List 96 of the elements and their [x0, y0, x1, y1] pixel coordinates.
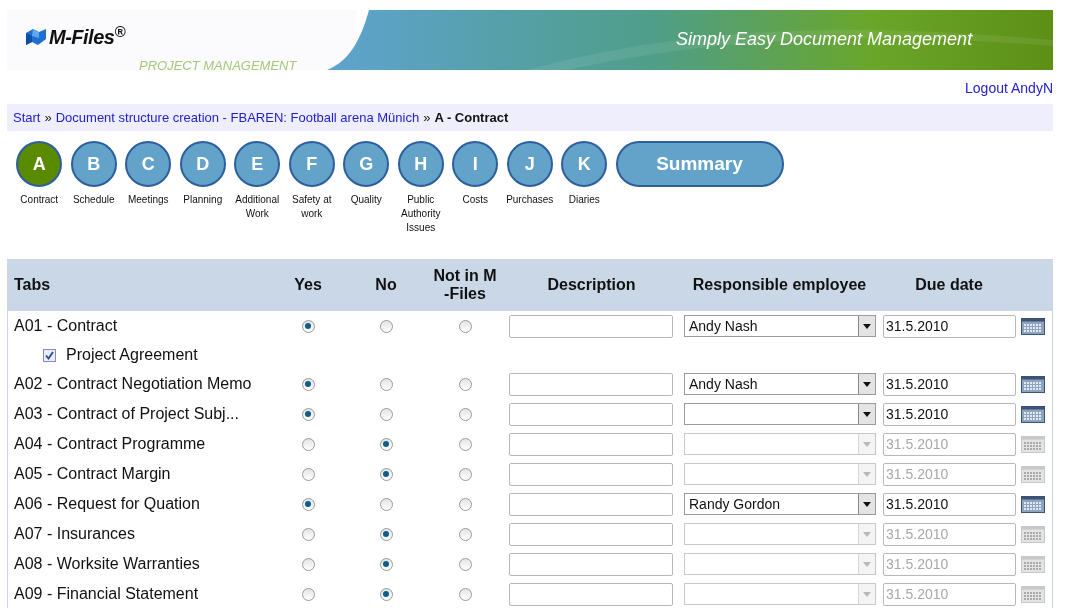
row-label: A07 - Insurances [13, 524, 136, 544]
step-button[interactable]: G [343, 141, 390, 187]
step-button[interactable]: B [70, 141, 117, 187]
radio-button[interactable] [458, 377, 472, 391]
step-button[interactable]: C [125, 141, 172, 187]
step-button[interactable]: H [397, 141, 444, 187]
tagline: Simply Easy Document Management [676, 28, 973, 51]
step-label: Costs [461, 193, 490, 207]
caret-icon [863, 411, 871, 417]
step-label: Additional Work [234, 193, 281, 221]
caret-icon [863, 381, 871, 387]
radio-button[interactable] [301, 377, 315, 391]
calendar-icon[interactable] [1021, 375, 1045, 393]
radio-button[interactable] [458, 497, 472, 511]
calendar-icon[interactable] [1021, 495, 1045, 513]
caret-icon [863, 561, 871, 567]
step-label: Diaries [567, 193, 601, 207]
radio-button[interactable] [301, 407, 315, 421]
row-label: A01 - Contract [13, 316, 119, 336]
breadcrumb-separator: » [423, 108, 431, 127]
step-button[interactable]: J [506, 141, 553, 187]
step-label: Meetings [126, 193, 170, 207]
caret-icon [863, 441, 871, 447]
radio-button[interactable] [379, 377, 393, 391]
column-header: No [374, 276, 398, 294]
radio-button[interactable] [379, 497, 393, 511]
employee-dropdown[interactable]: Randy Gordon [684, 493, 876, 515]
checkbox[interactable] [43, 348, 56, 362]
calendar-icon[interactable] [1021, 405, 1045, 423]
column-header: Tabs [13, 275, 52, 295]
radio-button[interactable] [301, 319, 315, 333]
row-label: A05 - Contract Margin [13, 464, 172, 484]
caret-icon [863, 323, 871, 329]
row-label: A03 - Contract of Project Subj... [13, 404, 240, 424]
radio-button[interactable] [379, 407, 393, 421]
caret-icon [863, 531, 871, 537]
step-label: Purchases [505, 193, 555, 207]
column-header: Due date [914, 276, 984, 294]
row-label: A04 - Contract Programme [13, 434, 207, 454]
column-header: Description [546, 276, 637, 294]
row-label: A08 - Worksite Warranties [13, 554, 201, 574]
logo-text: M-Files$^{®}$ [49, 22, 125, 50]
logo-icon [25, 27, 47, 47]
step-label: Contract [19, 193, 60, 207]
breadcrumb-link[interactable]: Document structure creation - FBAREN: Football arena Münich [55, 107, 420, 128]
employee-dropdown[interactable]: Andy Nash [684, 315, 876, 337]
caret-icon [863, 501, 871, 507]
step-button[interactable]: A [16, 141, 63, 187]
checkbox-label: Project Agreement [66, 345, 198, 365]
description-field[interactable] [509, 314, 673, 338]
column-header: Yes [293, 276, 323, 294]
breadcrumb-current: A - Contract [434, 108, 509, 127]
employee-dropdown[interactable] [684, 403, 876, 425]
summary-button[interactable]: Summary [615, 141, 784, 187]
due-date-field[interactable]: 31.5.2010 [883, 314, 1016, 338]
step-label: Public Authority Issues [400, 193, 442, 235]
step-label: Safety at work [291, 193, 333, 221]
radio-button[interactable] [379, 319, 393, 333]
step-label: Schedule [71, 193, 116, 207]
row-label: A06 - Request for Quation [13, 494, 201, 514]
step-button[interactable]: F [288, 141, 335, 187]
employee-value: Andy Nash [688, 374, 758, 394]
breadcrumb-separator: » [44, 108, 52, 127]
description-field[interactable] [509, 432, 673, 456]
caret-icon [863, 471, 871, 477]
description-field[interactable] [509, 522, 673, 546]
due-date-field[interactable]: 31.5.2010 [883, 492, 1016, 516]
description-field[interactable] [509, 552, 673, 576]
step-label: Quality [349, 193, 383, 207]
row-label: A09 - Financial Statement [13, 584, 200, 604]
calendar-icon[interactable] [1021, 317, 1045, 335]
employee-value: Andy Nash [688, 316, 758, 336]
employee-value: Randy Gordon [688, 494, 781, 514]
employee-dropdown[interactable]: Andy Nash [684, 373, 876, 395]
radio-button[interactable] [458, 319, 472, 333]
description-field[interactable] [509, 372, 673, 396]
column-header: Responsible employee [691, 276, 868, 294]
step-button[interactable]: I [452, 141, 499, 187]
logout-link[interactable]: Logout AndyN [965, 77, 1053, 99]
description-field[interactable] [509, 402, 673, 426]
due-date-field[interactable]: 31.5.2010 [883, 402, 1016, 426]
row-label: A02 - Contract Negotiation Memo [13, 374, 253, 394]
caret-icon [863, 591, 871, 597]
breadcrumb-link[interactable]: Start [13, 107, 41, 128]
step-button[interactable]: K [561, 141, 608, 187]
step-button[interactable]: E [234, 141, 281, 187]
due-date-field[interactable]: 31.5.2010 [883, 372, 1016, 396]
radio-button[interactable] [301, 497, 315, 511]
step-label: Planning [182, 193, 224, 207]
description-field[interactable] [509, 582, 673, 606]
step-button[interactable]: D [179, 141, 226, 187]
description-field[interactable] [509, 462, 673, 486]
column-header: Not in M -Files [432, 267, 498, 303]
subtitle: PROJECT MANAGEMENT [139, 57, 297, 75]
radio-button[interactable] [458, 407, 472, 421]
description-field[interactable] [509, 492, 673, 516]
